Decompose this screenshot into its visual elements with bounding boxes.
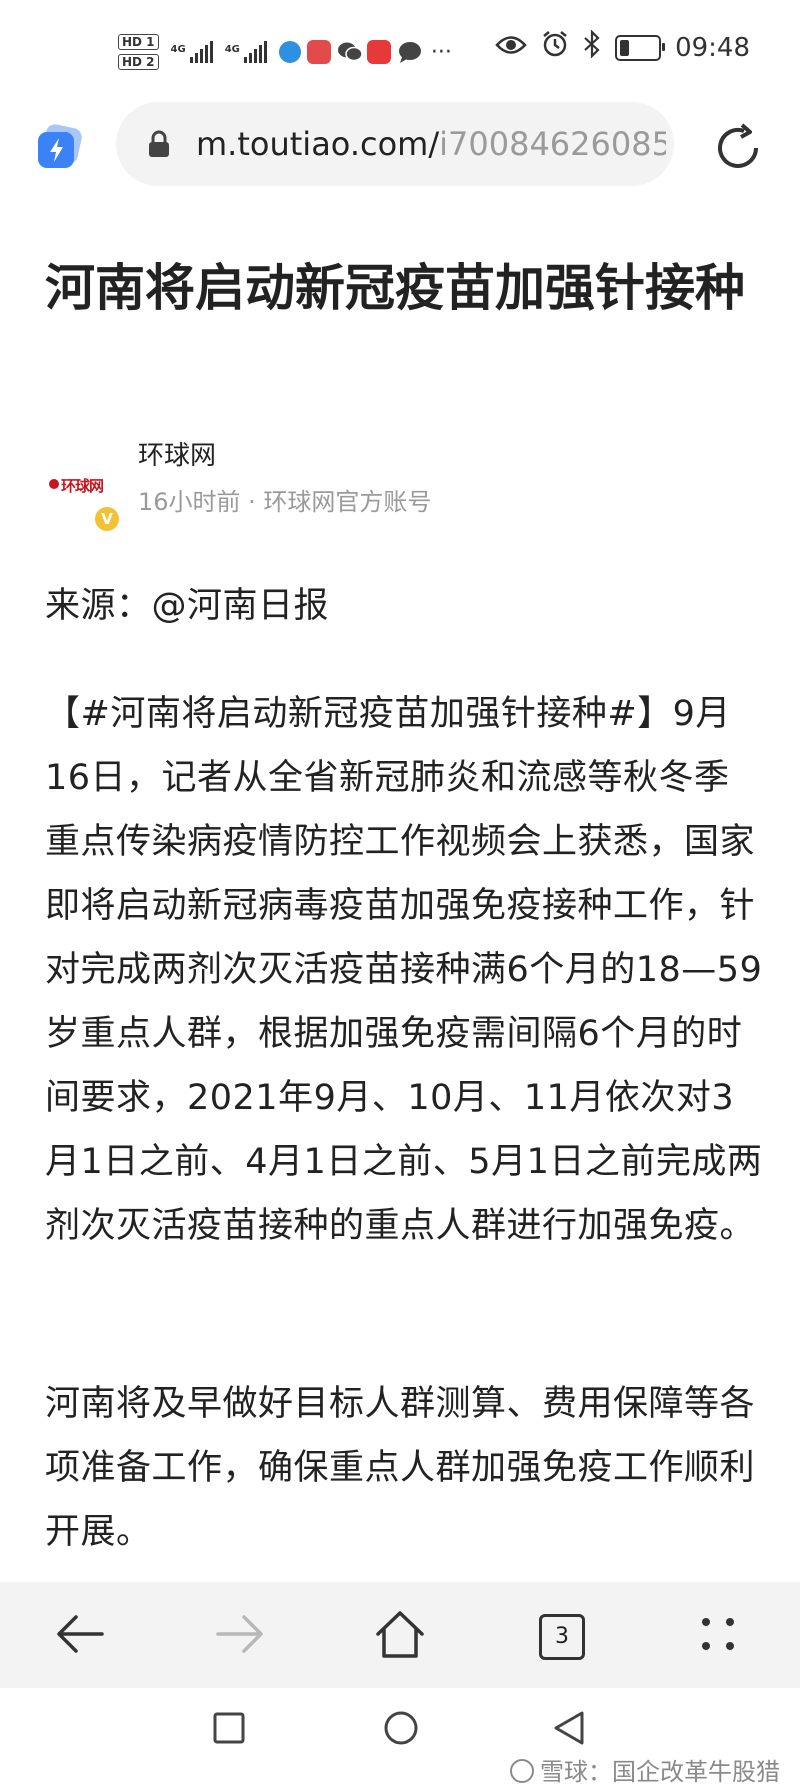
status-bar: HD 1 HD 2 4G 4G ··· 09:48 <box>0 0 800 100</box>
wechat-icon <box>337 40 363 64</box>
hd1-badge: HD 1 <box>118 34 159 50</box>
huawei-app-icon <box>366 40 391 64</box>
article-paragraph-1: 【#河南将启动新冠疫苗加强针接种#】9月16日，记者从全省新冠肺炎和流感等秋冬季… <box>45 694 763 1246</box>
sim2-label: 4G <box>224 44 240 55</box>
battery-icon <box>615 34 666 61</box>
book-app-icon <box>306 40 331 64</box>
lock-icon <box>148 130 170 158</box>
eye-icon <box>495 33 527 63</box>
home-circle-icon[interactable] <box>383 1710 419 1750</box>
article-title: 河南将启动新冠疫苗加强针接种 <box>45 259 745 317</box>
url-text[interactable]: m.toutiao.com/i700846260855 <box>196 102 666 186</box>
alarm-icon <box>541 30 569 65</box>
recents-square-icon[interactable] <box>213 1712 245 1748</box>
clock-time: 09:48 <box>675 32 750 63</box>
bluetooth-icon <box>583 29 601 65</box>
watermark-text: 雪球：国企改革牛股猎 <box>540 1758 780 1786</box>
author-avatar[interactable]: 环球网 V <box>45 445 119 531</box>
home-icon[interactable] <box>370 1604 430 1664</box>
browser-bottom-nav <box>0 1582 800 1688</box>
avatar-logo-text: 环球网 <box>61 477 104 495</box>
tabs-count-button[interactable]: 3 <box>539 1614 585 1660</box>
message-icon <box>397 40 421 64</box>
author-meta: 16小时前 · 环球网官方账号 <box>138 488 432 516</box>
hd-indicators: HD 1 HD 2 <box>118 34 159 70</box>
avatar-logo-dot <box>49 479 59 489</box>
back-arrow-icon[interactable] <box>50 1604 110 1664</box>
signal-sim1-icon: 4G <box>171 41 213 63</box>
signal-sim2-icon: 4G <box>225 41 267 63</box>
status-right: 09:48 <box>495 29 750 65</box>
status-left: HD 1 HD 2 4G 4G ··· <box>118 24 452 80</box>
reload-icon[interactable] <box>712 122 764 174</box>
watermark: 雪球：国企改革牛股猎 <box>510 1752 780 1787</box>
globe-app-icon <box>278 41 301 63</box>
author-name[interactable]: 环球网 <box>138 435 216 472</box>
url-host: m.toutiao.com/ <box>196 125 440 163</box>
url-path: i700846260855 <box>439 125 666 163</box>
verified-badge-icon: V <box>95 507 119 531</box>
more-notifications: ··· <box>430 39 452 65</box>
forward-arrow-icon[interactable] <box>210 1604 270 1664</box>
back-triangle-icon[interactable] <box>552 1710 586 1750</box>
hd2-badge: HD 2 <box>118 54 159 70</box>
menu-dots-icon[interactable] <box>688 1604 748 1664</box>
article-paragraph-2: 河南将及早做好目标人群测算、费用保障等各项准备工作，确保重点人群加强免疫工作顺利… <box>45 1384 756 1552</box>
address-bar[interactable]: m.toutiao.com/i700846260855 <box>116 102 674 186</box>
source-line: 来源：@河南日报 <box>45 586 330 626</box>
snowball-logo-icon <box>510 1759 534 1783</box>
lightning-icon[interactable] <box>36 124 82 170</box>
sim1-label: 4G <box>170 44 186 55</box>
author-row[interactable]: 环球网 V 环球网 16小时前 · 环球网官方账号 <box>45 425 745 531</box>
